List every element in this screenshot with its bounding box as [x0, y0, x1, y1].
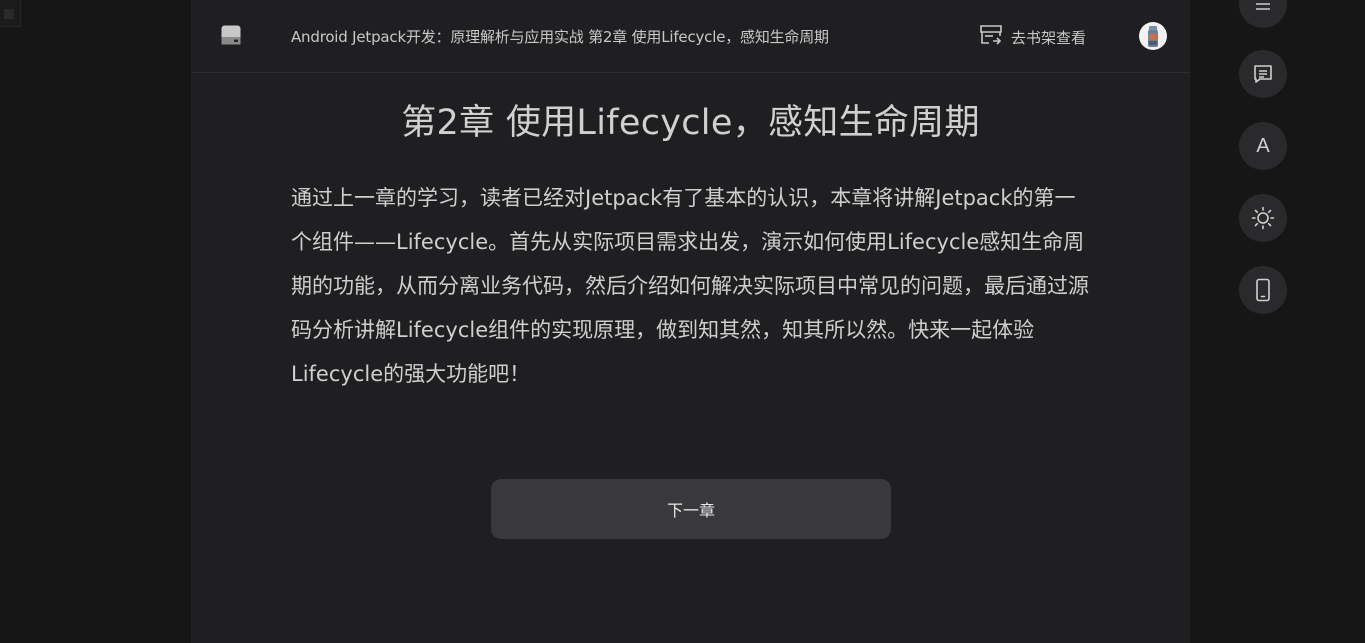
bookshelf-label: 去书架查看 — [1011, 28, 1087, 47]
corner-placeholder — [0, 0, 21, 27]
corner-square — [4, 9, 14, 19]
user-avatar[interactable] — [1139, 22, 1167, 50]
bookshelf-icon — [979, 24, 1003, 50]
comment-button[interactable] — [1239, 50, 1287, 98]
sun-icon — [1251, 206, 1275, 230]
mobile-reading-button[interactable] — [1239, 266, 1287, 314]
font-settings-button[interactable]: A — [1239, 122, 1287, 170]
next-chapter-button[interactable]: 下一章 — [491, 479, 891, 539]
reader-panel: Android Jetpack开发：原理解析与应用实战 第2章 使用Lifecy… — [191, 0, 1190, 643]
comment-icon — [1252, 63, 1274, 85]
top-bar: Android Jetpack开发：原理解析与应用实战 第2章 使用Lifecy… — [191, 0, 1190, 73]
chapter-title: 第2章 使用Lifecycle，感知生命周期 — [401, 103, 980, 143]
reader-logo-icon[interactable] — [221, 25, 241, 45]
table-of-contents-button[interactable] — [1239, 0, 1287, 28]
next-chapter-label: 下一章 — [666, 501, 715, 520]
brightness-button[interactable] — [1239, 194, 1287, 242]
go-to-bookshelf-link[interactable]: 去书架查看 — [979, 24, 1086, 50]
font-icon: A — [1256, 134, 1270, 157]
phone-icon — [1252, 278, 1274, 302]
menu-icon — [1253, 0, 1273, 14]
book-title: Android Jetpack开发：原理解析与应用实战 第2章 使用Lifecy… — [291, 28, 829, 46]
chapter-body-text: 通过上一章的学习，读者已经对Jetpack有了基本的认识，本章将讲解Jetpac… — [291, 186, 1089, 386]
